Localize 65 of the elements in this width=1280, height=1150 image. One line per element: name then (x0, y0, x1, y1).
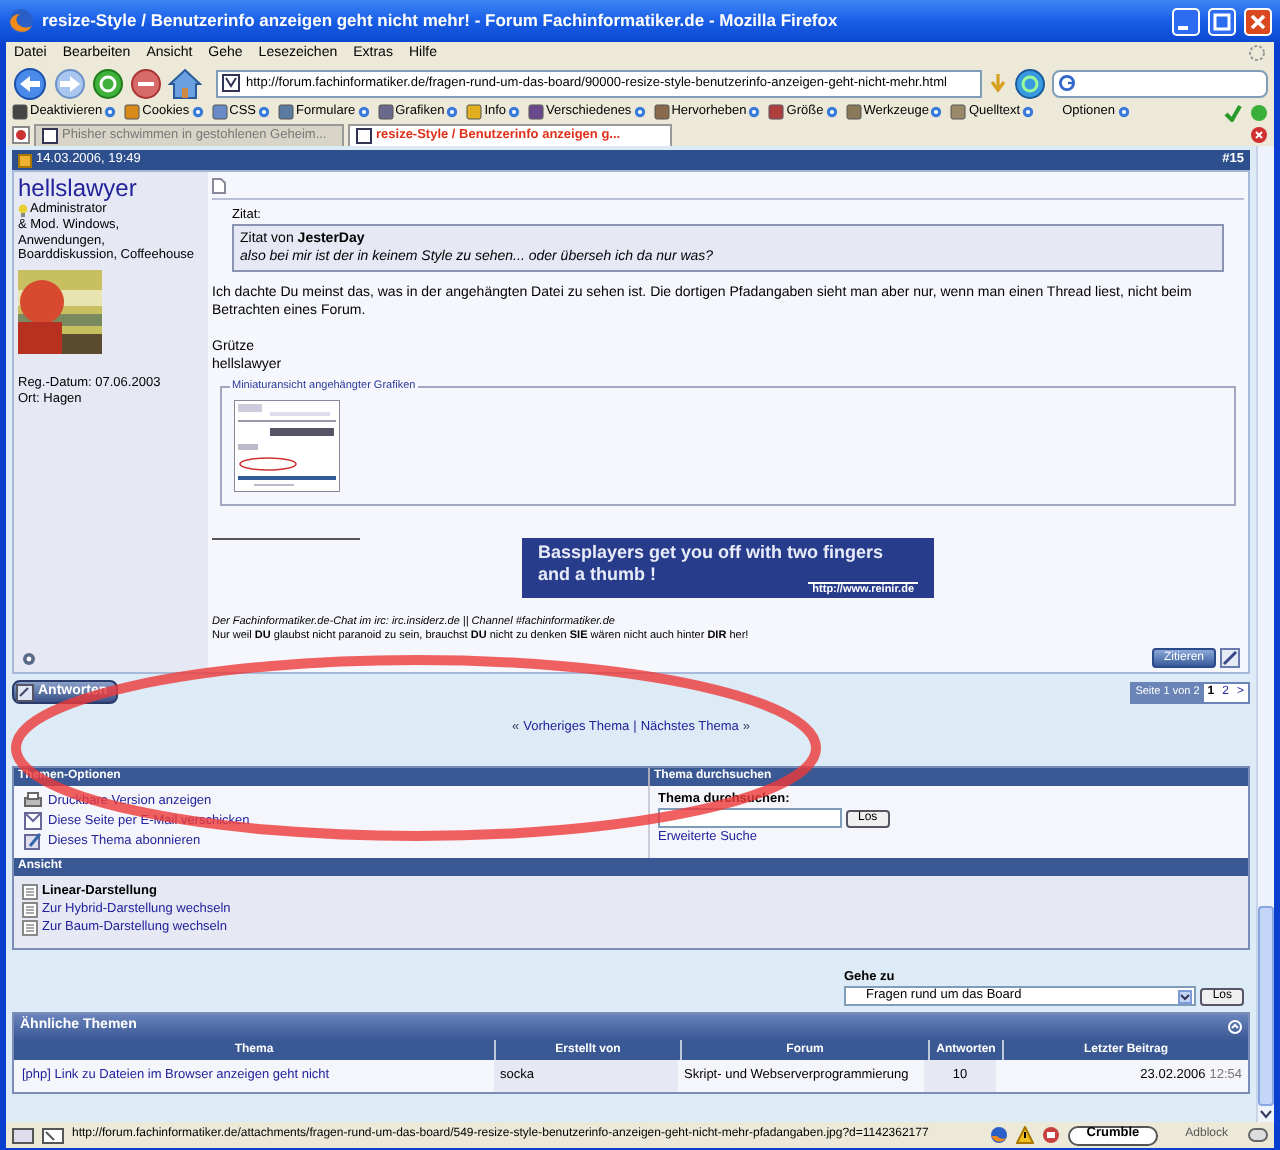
scrollbar-thumb[interactable] (1258, 906, 1274, 1106)
option-icon (24, 832, 42, 850)
post-page-icon (212, 178, 226, 194)
online-status-icon (22, 652, 36, 666)
throbber-icon (1248, 44, 1266, 62)
refresh-icon[interactable] (1014, 67, 1046, 99)
username[interactable]: hellslawyer (18, 174, 204, 202)
browser-logo-icon (8, 8, 34, 34)
status-icon (1250, 103, 1268, 121)
dropdown-icon[interactable] (446, 106, 459, 118)
monitor-icon (12, 1127, 34, 1143)
edit-icon[interactable] (1220, 648, 1240, 668)
option-icon (24, 792, 42, 810)
dropdown-arrow-icon (1178, 989, 1193, 1003)
dropdown-icon[interactable] (633, 106, 646, 118)
minimize-button[interactable] (1172, 7, 1200, 35)
search-engine-icon (1058, 74, 1076, 92)
toolbar-icon (950, 104, 967, 120)
home-button[interactable] (168, 67, 202, 99)
dropdown-icon[interactable] (1022, 106, 1035, 118)
bulb-icon (18, 203, 28, 217)
dropdown-icon[interactable] (825, 106, 838, 118)
extension-icon (1042, 1126, 1061, 1144)
dropdown-icon[interactable] (748, 106, 761, 118)
browser-logo-icon (990, 1126, 1009, 1144)
warning-icon (1016, 1126, 1035, 1144)
banner-slogan: Bassplayers get you off with two fingers and a thumb ! (538, 542, 886, 584)
toolbar-icon (528, 104, 545, 120)
forward-button[interactable] (54, 67, 86, 99)
toolbar-icon (466, 104, 483, 120)
scroll-down-icon[interactable] (1258, 1106, 1274, 1122)
toolbar-icon (377, 104, 394, 120)
dropdown-icon[interactable] (357, 106, 370, 118)
stop-button[interactable] (130, 67, 162, 99)
toolbar-icon (653, 104, 670, 120)
dropdown-icon[interactable] (258, 106, 270, 118)
new-tab-icon[interactable] (12, 126, 30, 144)
reload-button[interactable] (92, 67, 124, 99)
toolbar-icon (845, 104, 862, 120)
toolbar-icon (124, 104, 141, 120)
toolbar-icon (278, 104, 294, 120)
page-icon (222, 74, 240, 92)
close-tab-icon[interactable] (1250, 126, 1268, 144)
toolbar-icon (768, 104, 785, 120)
resize-grip-icon (1248, 1128, 1268, 1142)
toolbar-icon (12, 104, 28, 120)
option-icon (24, 812, 42, 830)
search-field[interactable] (1052, 69, 1268, 97)
maximize-button[interactable] (1208, 7, 1236, 35)
window-icon (42, 1127, 64, 1143)
collapse-icon[interactable] (1228, 1020, 1242, 1034)
reply-icon (16, 683, 34, 701)
window-title: resize-Style / Benutzerinfo anzeigen geht nicht mehr! - Forum Fachinformatiker.de - Mozilla Firefox (42, 8, 838, 34)
dropdown-icon[interactable] (930, 106, 943, 118)
toolbar-icon (211, 104, 228, 120)
tab-page-icon (356, 128, 372, 144)
tab-page-icon (42, 128, 58, 144)
back-button[interactable] (12, 67, 48, 99)
dropdown-icon[interactable] (508, 106, 521, 118)
close-button[interactable] (1244, 7, 1272, 35)
dropdown-icon[interactable] (191, 106, 204, 118)
dropdown-icon[interactable] (104, 106, 117, 118)
post-icon (18, 153, 32, 167)
check-icon (1224, 103, 1242, 121)
dropdown-icon[interactable] (1117, 106, 1129, 118)
